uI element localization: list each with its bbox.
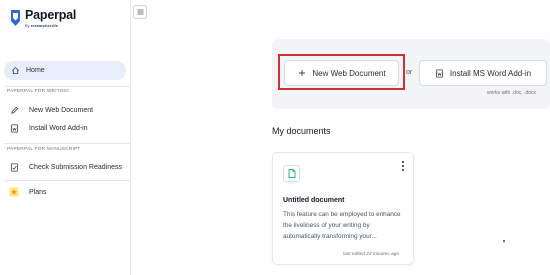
checklist-icon [9,162,19,172]
sidebar: Paperpal By researcher.life Home PAPERPA… [0,0,131,275]
brand-name: Paperpal [25,8,77,22]
document-last-edited: last edited 23 minutes ago [343,252,400,257]
menu-icon [137,9,143,15]
sidebar-item-check-submission-readiness[interactable]: Check Submission Readiness [9,161,122,173]
section-title-manuscript: PAPERPAL FOR MANUSCRIPT [7,147,81,152]
divider [4,143,130,144]
brand-tagline: By researcher.life [25,23,58,28]
document-title: Untitled document [283,197,345,204]
sidebar-item-install-word-addin[interactable]: Install Word Add-in [9,122,88,134]
supported-formats-note: works with .doc, .docx [487,90,536,96]
document-snippet: This feature can be employed to enhance … [283,211,401,240]
sidebar-item-label: Install Word Add-in [29,124,88,132]
document-card[interactable]: Untitled document This feature can be em… [272,152,414,265]
home-icon [10,66,20,76]
sidebar-item-plans[interactable]: Plans [9,186,47,198]
highlight-box [278,54,405,90]
install-ms-word-addin-button[interactable]: Install MS Word Add-in [419,60,547,86]
my-documents-heading: My documents [272,126,331,136]
star-icon [9,187,19,197]
document-icon [283,165,300,182]
section-title-writing: PAPERPAL FOR WRITING [7,89,70,94]
sidebar-item-label: Check Submission Readiness [29,163,122,171]
mouse-cursor-dot [503,240,505,242]
paperpal-logo-icon [11,10,20,26]
divider [4,180,130,181]
or-separator: or [406,69,413,76]
word-addin-icon [435,68,445,78]
edit-pen-icon [9,105,19,115]
sidebar-toggle-button[interactable] [133,5,147,19]
sidebar-item-home[interactable]: Home [4,61,126,80]
install-ms-word-addin-label: Install MS Word Add-in [449,68,532,78]
divider [4,86,130,87]
more-vertical-icon[interactable] [400,161,406,171]
sidebar-item-label: Home [26,67,45,74]
word-document-icon [9,123,19,133]
sidebar-item-new-web-document[interactable]: New Web Document [9,104,93,116]
sidebar-item-label: Plans [29,188,47,196]
sidebar-item-label: New Web Document [29,106,94,114]
brand-logo[interactable]: Paperpal By researcher.life [9,9,76,29]
